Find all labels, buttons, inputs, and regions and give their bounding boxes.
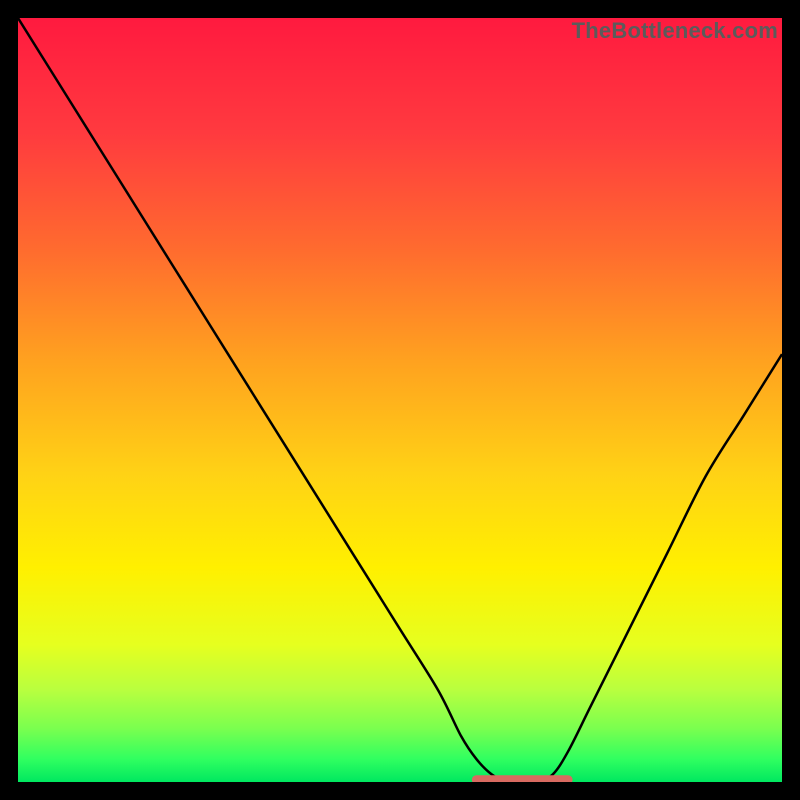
bottleneck-curve bbox=[18, 18, 782, 782]
watermark-text: TheBottleneck.com bbox=[572, 18, 778, 44]
curve-layer bbox=[18, 18, 782, 782]
plot-area: TheBottleneck.com bbox=[18, 18, 782, 782]
chart-frame: TheBottleneck.com bbox=[0, 0, 800, 800]
